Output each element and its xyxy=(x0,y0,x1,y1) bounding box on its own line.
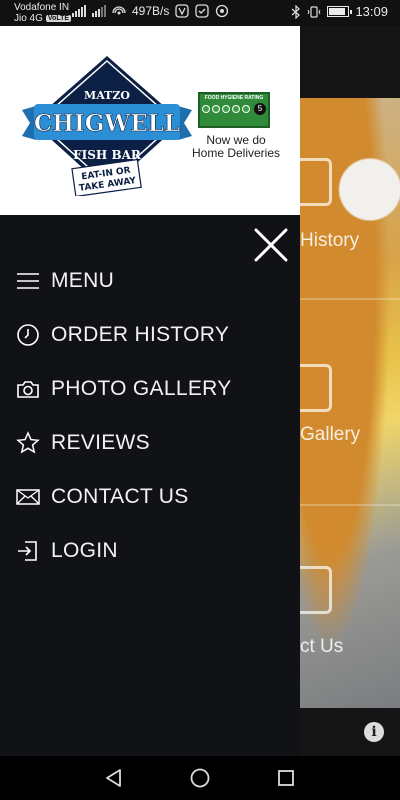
hygiene-rating-value: 5 xyxy=(254,103,266,115)
clock-time: 13:09 xyxy=(355,4,388,19)
hygiene-dot xyxy=(232,105,240,113)
carrier-2-label: Jio 4G xyxy=(14,13,43,24)
logo-brand-text: CHIGWELL xyxy=(34,110,180,137)
app-notification-icon xyxy=(195,4,210,18)
menu-item-login[interactable]: LOGIN xyxy=(0,524,300,578)
status-bar: Vodafone IN Jio 4G VoLTE 497B/s 13:09 xyxy=(0,0,400,26)
food-hygiene-badge: FOOD HYGIENE RATING 5 xyxy=(198,92,270,128)
menu-item-label: MENU xyxy=(51,269,115,292)
system-navigation-bar xyxy=(0,756,400,800)
nav-home-button[interactable] xyxy=(188,766,212,790)
hygiene-dot xyxy=(242,105,250,113)
info-icon[interactable]: i xyxy=(364,722,384,742)
delivery-tagline: Now we do Home Deliveries xyxy=(190,134,282,160)
nfc-icon xyxy=(216,4,229,18)
background-tile-icon xyxy=(300,158,332,206)
menu-item-menu[interactable]: MENU xyxy=(0,254,300,308)
background-tile-label: ct Us xyxy=(300,636,344,657)
drawer-menu-list: MENU ORDER HISTORY PHOTO GALLERY REVIEWS xyxy=(0,254,300,578)
background-tile-history[interactable]: History xyxy=(300,98,400,300)
screen: Vodafone IN Jio 4G VoLTE 497B/s 13:09 Hi… xyxy=(0,0,400,800)
carrier-name-2: Jio 4G VoLTE xyxy=(14,13,72,24)
hamburger-icon xyxy=(16,269,40,293)
hygiene-dot xyxy=(202,105,210,113)
bluetooth-icon xyxy=(292,4,301,19)
background-tile-icon xyxy=(300,566,332,614)
nav-back-button[interactable] xyxy=(102,766,126,790)
volte-badge: VoLTE xyxy=(45,15,72,22)
carrier-name-1: Vodafone IN xyxy=(14,2,70,13)
back-triangle-icon xyxy=(106,769,121,787)
drawer-header: MATZO CHIGWELL FISH BAR EAT-IN OR TAKE A… xyxy=(0,26,300,215)
battery-icon xyxy=(327,6,353,17)
hygiene-rating-scale: 5 xyxy=(200,103,268,115)
background-tile-icon xyxy=(300,364,332,412)
background-tile-contact[interactable]: ct Us xyxy=(300,508,400,708)
menu-item-label: REVIEWS xyxy=(51,431,150,454)
background-app: History Gallery ct Us i xyxy=(300,26,400,756)
status-icons-left: 497B/s xyxy=(72,4,229,18)
vibrate-icon xyxy=(308,5,321,18)
menu-item-photo-gallery[interactable]: PHOTO GALLERY xyxy=(0,362,300,416)
clock-icon xyxy=(16,323,40,347)
menu-item-order-history[interactable]: ORDER HISTORY xyxy=(0,308,300,362)
menu-item-reviews[interactable]: REVIEWS xyxy=(0,416,300,470)
network-speed: 497B/s xyxy=(132,4,170,18)
nav-recents-button[interactable] xyxy=(274,766,298,790)
navigation-drawer: MATZO CHIGWELL FISH BAR EAT-IN OR TAKE A… xyxy=(0,26,300,756)
recents-square-icon xyxy=(278,770,294,786)
logo-top-text: MATZO xyxy=(84,89,130,102)
signal-icon xyxy=(72,5,86,17)
home-circle-icon xyxy=(190,768,210,788)
hygiene-dot xyxy=(212,105,220,113)
status-icons-right: 13:09 xyxy=(291,4,388,19)
background-tile-gallery[interactable]: Gallery xyxy=(300,302,400,506)
hygiene-dot xyxy=(222,105,230,113)
chigwell-fish-bar-logo: MATZO CHIGWELL FISH BAR EAT-IN OR TAKE A… xyxy=(22,56,192,196)
vpn-icon xyxy=(175,4,190,18)
star-icon xyxy=(16,431,40,455)
menu-item-contact-us[interactable]: CONTACT US xyxy=(0,470,300,524)
camera-icon xyxy=(16,377,40,401)
hygiene-title: FOOD HYGIENE RATING xyxy=(204,95,264,101)
background-tile-label: Gallery xyxy=(300,424,361,445)
menu-item-label: PHOTO GALLERY xyxy=(51,377,232,400)
hotspot-icon xyxy=(112,6,126,15)
menu-item-label: ORDER HISTORY xyxy=(51,323,230,346)
login-icon xyxy=(16,539,40,563)
menu-item-label: LOGIN xyxy=(51,539,118,562)
signal-4g-icon xyxy=(92,5,106,17)
tagline-line-2: Home Deliveries xyxy=(191,146,281,160)
envelope-icon xyxy=(16,485,40,509)
background-tile-label: History xyxy=(300,230,360,251)
menu-item-label: CONTACT US xyxy=(51,485,189,508)
